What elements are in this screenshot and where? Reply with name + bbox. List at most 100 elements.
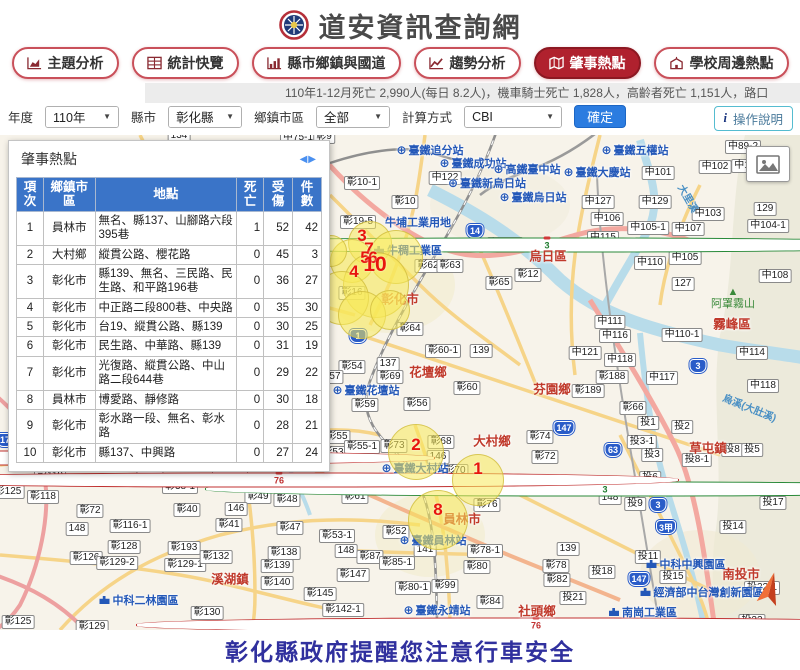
- hotspot-row[interactable]: 8員林市博愛路、靜修路03018: [17, 390, 322, 409]
- highway-shield: 14: [467, 224, 484, 238]
- road-label: 彰12: [514, 268, 541, 282]
- hotspot-row[interactable]: 5彰化市台19、縱貫公路、縣13903025: [17, 318, 322, 337]
- hotspot-row[interactable]: 7彰化市光復路、縱貫公路、中山路二段644巷02922: [17, 356, 322, 390]
- station-icon: ⊕: [563, 167, 573, 177]
- nav-button-area-chart[interactable]: 主題分析: [12, 47, 119, 79]
- hotspot-row[interactable]: 9彰化市彰水路一段、無名、彰水路02821: [17, 409, 322, 443]
- cell: 彰化市: [43, 409, 95, 443]
- hotspot-marker-2[interactable]: 2: [411, 435, 420, 455]
- cell: 0: [237, 390, 264, 409]
- hotspot-row[interactable]: 3彰化市縣139、無名、三民路、民生路、和平路196巷03627: [17, 264, 322, 298]
- road-label: 投14: [719, 520, 746, 534]
- district-label: 社頭鄉: [518, 601, 556, 620]
- cell: 彰化市: [43, 298, 95, 317]
- road-label: 彰118: [27, 490, 59, 504]
- nav-button-bar-chart[interactable]: 縣市鄉鎮與國道: [252, 47, 401, 79]
- hotspot-marker-1[interactable]: 1: [473, 459, 482, 479]
- cell: 22: [293, 356, 322, 390]
- nav-label: 肇事熱點: [570, 53, 626, 73]
- road-label: 彰125: [2, 615, 35, 629]
- road-label: 投17: [759, 496, 786, 510]
- station-label: ⊕臺鐵烏日站: [499, 189, 566, 205]
- station-icon: ⊕: [493, 164, 503, 174]
- nav-button-trend-line[interactable]: 趨勢分析: [414, 47, 521, 79]
- town-select[interactable]: 全部▼: [317, 107, 389, 127]
- method-select[interactable]: CBI▼: [465, 107, 561, 127]
- road-label: 彰48: [273, 493, 300, 507]
- station-name: 臺鐵五權站: [614, 142, 669, 158]
- highway-shield: 3甲: [656, 520, 676, 534]
- year-value: 110年: [53, 107, 85, 126]
- road-label: 中108: [759, 269, 792, 283]
- year-select[interactable]: 110年▼: [46, 107, 118, 127]
- road-label: 彰130: [191, 606, 224, 620]
- site-logo-icon: [279, 10, 309, 40]
- road-label: 彰129: [76, 620, 109, 630]
- footer-message: 彰化縣政府提醒您注意行車安全: [225, 633, 575, 667]
- road-label: 129: [754, 202, 777, 216]
- road-label: 彰47: [276, 521, 303, 535]
- town-label: 鄉鎮市區: [254, 107, 304, 126]
- road-label: 中114: [736, 346, 768, 360]
- cell: 彰水路一段、無名、彰水路: [95, 409, 237, 443]
- hotspot-marker-10[interactable]: 10: [363, 253, 386, 277]
- road-label: 146: [225, 502, 248, 516]
- hotspot-row[interactable]: 10彰化市縣137、中興路02724: [17, 443, 322, 462]
- station-name: 臺鐵大慶站: [576, 164, 631, 180]
- cell: 中正路二段800巷、中央路: [95, 298, 237, 317]
- nav-button-school[interactable]: 學校周邊熱點: [654, 47, 789, 79]
- poi-name: 中科二林園區: [113, 592, 179, 608]
- station-name: 臺鐵花壇站: [345, 382, 400, 398]
- help-button[interactable]: i 操作說明: [714, 106, 794, 131]
- mountain-icon: ▲: [711, 286, 755, 298]
- basemap-toggle-button[interactable]: [746, 146, 790, 182]
- road-label: 中110: [634, 256, 666, 270]
- road-label: 彰63: [436, 259, 463, 273]
- hotspot-row[interactable]: 6彰化市民生路、中華路、縣13903119: [17, 337, 322, 356]
- cell: 彰化市: [43, 264, 95, 298]
- road-label: 彰84: [476, 595, 503, 609]
- hotspot-marker-8[interactable]: 8: [433, 500, 442, 520]
- road-label: 彰78-1: [467, 544, 503, 558]
- road-label: 彰41: [215, 518, 242, 532]
- method-label: 計算方式: [402, 107, 452, 126]
- column-header: 地點: [95, 178, 237, 212]
- road-label: 127: [672, 277, 695, 291]
- district-label: 芬園鄉: [533, 379, 571, 398]
- hotspot-row[interactable]: 2大村鄉縱貫公路、櫻花路0453: [17, 245, 322, 264]
- submit-button[interactable]: 確定: [574, 105, 626, 128]
- hotspot-row[interactable]: 1員林市無名、縣137、山腳路六段395巷15242: [17, 211, 322, 245]
- road-label: 中129: [639, 195, 672, 209]
- road-label: 投21: [559, 591, 586, 605]
- hotspot-panel-header: 肇事熱點 ◀▶: [9, 141, 329, 176]
- cell: 縣137、中興路: [95, 443, 237, 462]
- station-label: ⊕臺鐵永靖站: [403, 602, 470, 618]
- cell: 30: [264, 390, 293, 409]
- district-label: 草屯鎮: [689, 438, 727, 457]
- nav-button-map-fold[interactable]: 肇事熱點: [534, 47, 641, 79]
- road-label: 彰66: [619, 401, 646, 415]
- mountain-name: 阿罩霧山: [711, 298, 755, 310]
- cell: 8: [17, 390, 44, 409]
- map-canvas[interactable]: 肇事熱點 ◀▶ 項次鄉鎮市區地點死亡受傷件數 1員林市無名、縣137、山腳路六段…: [0, 135, 800, 630]
- collapse-panel-icon[interactable]: ◀▶: [300, 154, 317, 165]
- column-header: 受傷: [264, 178, 293, 212]
- hotspot-row[interactable]: 4彰化市中正路二段800巷、中央路03530: [17, 298, 322, 317]
- mountain-label: ▲阿罩霧山: [711, 286, 755, 310]
- road-label: 139: [470, 344, 493, 358]
- cell: 台19、縱貫公路、縣139: [95, 318, 237, 337]
- station-icon: ⊕: [332, 385, 342, 395]
- cell: 18: [293, 390, 322, 409]
- cell: 42: [293, 211, 322, 245]
- station-icon: ⊕: [396, 145, 406, 155]
- highway-shield: 147: [553, 421, 574, 435]
- road-label: 139: [557, 542, 580, 556]
- nav-label: 統計快覽: [168, 53, 224, 73]
- road-label: 彰125: [0, 485, 24, 499]
- column-header: 死亡: [237, 178, 264, 212]
- hotspot-marker-4[interactable]: 4: [349, 262, 358, 282]
- nav-button-table-grid[interactable]: 統計快覽: [132, 47, 239, 79]
- county-select[interactable]: 彰化縣▼: [169, 107, 241, 127]
- column-header: 鄉鎮市區: [43, 178, 95, 212]
- cell: 彰化市: [43, 443, 95, 462]
